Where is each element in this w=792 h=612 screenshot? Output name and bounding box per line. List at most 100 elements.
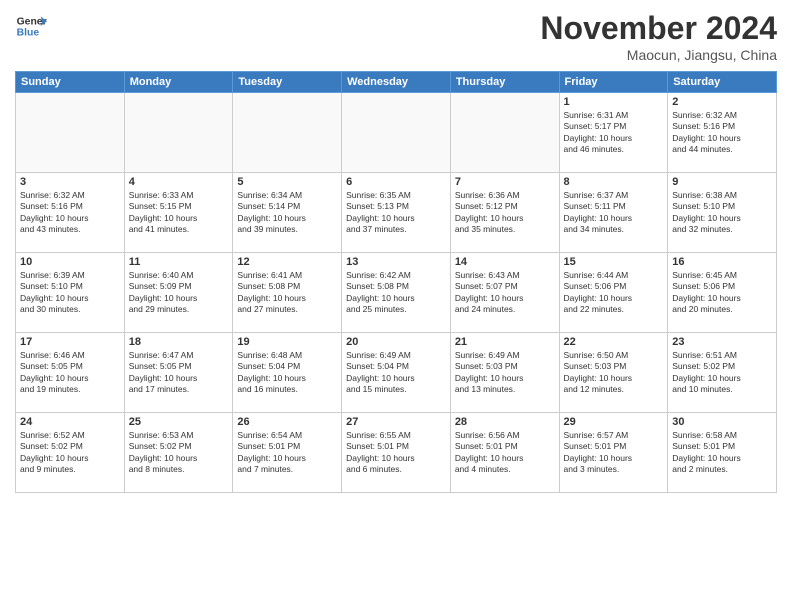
day-number: 10 [20,256,120,268]
day-info: Sunrise: 6:52 AM Sunset: 5:02 PM Dayligh… [20,430,120,476]
table-row [450,93,559,173]
day-number: 11 [129,256,229,268]
day-number: 25 [129,416,229,428]
day-info: Sunrise: 6:49 AM Sunset: 5:04 PM Dayligh… [346,350,446,396]
day-info: Sunrise: 6:53 AM Sunset: 5:02 PM Dayligh… [129,430,229,476]
day-number: 2 [672,96,772,108]
table-row: 29Sunrise: 6:57 AM Sunset: 5:01 PM Dayli… [559,413,668,493]
table-row [124,93,233,173]
title-block: November 2024 Maocun, Jiangsu, China [540,10,777,63]
table-row: 9 Sunrise: 6:38 AM Sunset: 5:10 PM Daylig… [668,173,777,253]
day-number: 26 [237,416,337,428]
day-info: Sunrise: 6:35 AM Sunset: 5:13 PM Dayligh… [346,190,446,236]
day-number: 8 [564,176,664,188]
day-info: Sunrise: 6:32 AM Sunset: 5:16 PM Dayligh… [20,190,120,236]
day-info: Sunrise: 6:31 AM Sunset: 5:17 PM Dayligh… [564,110,664,156]
table-row: 11Sunrise: 6:40 AM Sunset: 5:09 PM Dayli… [124,253,233,333]
table-row: 17 Sunrise: 6:46 AM Sunset: 5:05 PM Dayli… [16,333,125,413]
svg-text:Blue: Blue [17,28,40,39]
day-number: 29 [564,416,664,428]
day-number: 24 [20,416,120,428]
table-row: 2 Sunrise: 6:32 AM Sunset: 5:16 PM Daylig… [668,93,777,173]
day-info: Sunrise: 6:56 AM Sunset: 5:01 PM Dayligh… [455,430,555,476]
day-info: Sunrise: 6:36 AM Sunset: 5:12 PM Dayligh… [455,190,555,236]
day-info: Sunrise: 6:58 AM Sunset: 5:01 PM Dayligh… [672,430,772,476]
day-number: 21 [455,336,555,348]
day-info: Sunrise: 6:54 AM Sunset: 5:01 PM Dayligh… [237,430,337,476]
day-number: 5 [237,176,337,188]
table-row: 14 Sunrise: 6:43 AM Sunset: 5:07 PM Dayli… [450,253,559,333]
day-number: 27 [346,416,446,428]
day-info: Sunrise: 6:41 AM Sunset: 5:08 PM Dayligh… [237,270,337,316]
day-number: 1 [564,96,664,108]
calendar-week-row: 17 Sunrise: 6:46 AM Sunset: 5:05 PM Dayli… [16,333,777,413]
col-saturday: Saturday [668,72,777,93]
day-info: Sunrise: 6:44 AM Sunset: 5:06 PM Dayligh… [564,270,664,316]
table-row: 1 Sunrise: 6:31 AM Sunset: 5:17 PM Daylig… [559,93,668,173]
month-title: November 2024 [540,10,777,47]
table-row: 4 Sunrise: 6:33 AM Sunset: 5:15 PM Daylig… [124,173,233,253]
day-number: 17 [20,336,120,348]
day-info: Sunrise: 6:34 AM Sunset: 5:14 PM Dayligh… [237,190,337,236]
day-number: 14 [455,256,555,268]
day-info: Sunrise: 6:55 AM Sunset: 5:01 PM Dayligh… [346,430,446,476]
table-row: 8Sunrise: 6:37 AM Sunset: 5:11 PM Daylig… [559,173,668,253]
location: Maocun, Jiangsu, China [540,47,777,63]
table-row: 20 Sunrise: 6:49 AM Sunset: 5:04 PM Dayli… [342,333,451,413]
calendar-table: Sunday Monday Tuesday Wednesday Thursday… [15,71,777,493]
day-number: 30 [672,416,772,428]
table-row: 30 Sunrise: 6:58 AM Sunset: 5:01 PM Dayli… [668,413,777,493]
table-row: 19Sunrise: 6:48 AM Sunset: 5:04 PM Dayli… [233,333,342,413]
table-row: 26 Sunrise: 6:54 AM Sunset: 5:01 PM Dayli… [233,413,342,493]
day-number: 9 [672,176,772,188]
day-info: Sunrise: 6:38 AM Sunset: 5:10 PM Dayligh… [672,190,772,236]
day-number: 16 [672,256,772,268]
day-number: 13 [346,256,446,268]
day-info: Sunrise: 6:47 AM Sunset: 5:05 PM Dayligh… [129,350,229,396]
table-row: 16 Sunrise: 6:45 AM Sunset: 5:06 PM Dayli… [668,253,777,333]
table-row: 25 Sunrise: 6:53 AM Sunset: 5:02 PM Dayli… [124,413,233,493]
table-row: 24 Sunrise: 6:52 AM Sunset: 5:02 PM Dayli… [16,413,125,493]
table-row [342,93,451,173]
calendar-week-row: 1 Sunrise: 6:31 AM Sunset: 5:17 PM Daylig… [16,93,777,173]
calendar-week-row: 10Sunrise: 6:39 AM Sunset: 5:10 PM Dayli… [16,253,777,333]
day-number: 7 [455,176,555,188]
col-monday: Monday [124,72,233,93]
table-row: 28 Sunrise: 6:56 AM Sunset: 5:01 PM Dayli… [450,413,559,493]
table-row: 23 Sunrise: 6:51 AM Sunset: 5:02 PM Dayli… [668,333,777,413]
table-row: 7 Sunrise: 6:36 AM Sunset: 5:12 PM Daylig… [450,173,559,253]
col-friday: Friday [559,72,668,93]
col-wednesday: Wednesday [342,72,451,93]
day-number: 12 [237,256,337,268]
day-number: 19 [237,336,337,348]
day-info: Sunrise: 6:49 AM Sunset: 5:03 PM Dayligh… [455,350,555,396]
day-number: 18 [129,336,229,348]
day-info: Sunrise: 6:45 AM Sunset: 5:06 PM Dayligh… [672,270,772,316]
day-number: 22 [564,336,664,348]
calendar-header-row: Sunday Monday Tuesday Wednesday Thursday… [16,72,777,93]
table-row: 27 Sunrise: 6:55 AM Sunset: 5:01 PM Dayli… [342,413,451,493]
day-number: 23 [672,336,772,348]
day-number: 6 [346,176,446,188]
day-number: 3 [20,176,120,188]
day-number: 20 [346,336,446,348]
day-info: Sunrise: 6:42 AM Sunset: 5:08 PM Dayligh… [346,270,446,316]
day-number: 28 [455,416,555,428]
header: General Blue November 2024 Maocun, Jiang… [15,10,777,63]
table-row: 12 Sunrise: 6:41 AM Sunset: 5:08 PM Dayli… [233,253,342,333]
table-row: 5 Sunrise: 6:34 AM Sunset: 5:14 PM Daylig… [233,173,342,253]
day-info: Sunrise: 6:43 AM Sunset: 5:07 PM Dayligh… [455,270,555,316]
table-row: 3 Sunrise: 6:32 AM Sunset: 5:16 PM Daylig… [16,173,125,253]
day-info: Sunrise: 6:46 AM Sunset: 5:05 PM Dayligh… [20,350,120,396]
day-info: Sunrise: 6:51 AM Sunset: 5:02 PM Dayligh… [672,350,772,396]
calendar-week-row: 3 Sunrise: 6:32 AM Sunset: 5:16 PM Daylig… [16,173,777,253]
calendar-week-row: 24 Sunrise: 6:52 AM Sunset: 5:02 PM Dayli… [16,413,777,493]
table-row: 10Sunrise: 6:39 AM Sunset: 5:10 PM Dayli… [16,253,125,333]
day-info: Sunrise: 6:32 AM Sunset: 5:16 PM Dayligh… [672,110,772,156]
table-row: 21 Sunrise: 6:49 AM Sunset: 5:03 PM Dayli… [450,333,559,413]
table-row: 22 Sunrise: 6:50 AM Sunset: 5:03 PM Dayli… [559,333,668,413]
day-number: 4 [129,176,229,188]
col-sunday: Sunday [16,72,125,93]
day-info: Sunrise: 6:50 AM Sunset: 5:03 PM Dayligh… [564,350,664,396]
day-info: Sunrise: 6:33 AM Sunset: 5:15 PM Dayligh… [129,190,229,236]
